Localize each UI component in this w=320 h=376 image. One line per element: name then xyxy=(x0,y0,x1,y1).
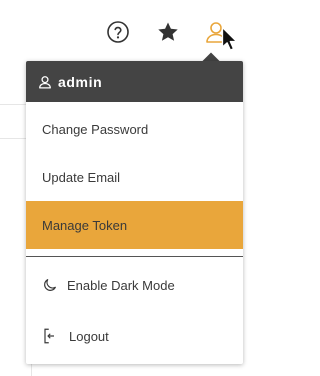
menu-item-label: Manage Token xyxy=(42,217,128,233)
logout-icon xyxy=(44,328,54,344)
dark-mode-toggle[interactable]: Enable Dark Mode xyxy=(26,259,243,311)
user-dropdown-menu: admin Change Password Update Email Manag… xyxy=(26,61,243,364)
manage-token-item[interactable]: Manage Token xyxy=(26,201,243,249)
menu-header: admin xyxy=(26,61,243,102)
logout-item[interactable]: Logout xyxy=(26,311,243,361)
dark-mode-label: Enable Dark Mode xyxy=(67,277,175,293)
background-divider xyxy=(0,138,26,139)
username-label: admin xyxy=(58,73,103,90)
menu-item-label: Change Password xyxy=(42,121,149,137)
change-password-item[interactable]: Change Password xyxy=(26,105,243,153)
user-icon xyxy=(39,75,51,88)
mouse-cursor-icon xyxy=(221,26,238,51)
moon-icon xyxy=(44,279,56,291)
menu-divider xyxy=(26,256,243,257)
star-icon[interactable] xyxy=(156,20,180,44)
menu-item-label: Update Email xyxy=(42,169,121,185)
help-circle-icon[interactable] xyxy=(106,20,130,44)
update-email-item[interactable]: Update Email xyxy=(26,153,243,201)
logout-label: Logout xyxy=(69,328,109,344)
top-bar xyxy=(0,0,257,60)
